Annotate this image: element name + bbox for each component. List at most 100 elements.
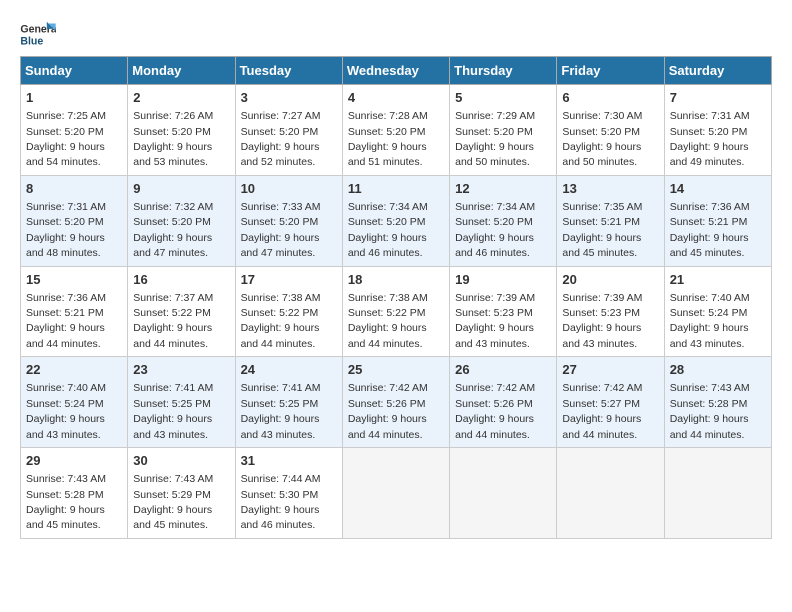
day-number: 9	[133, 180, 229, 198]
day-info: Sunrise: 7:43 AMSunset: 5:29 PMDaylight:…	[133, 473, 213, 531]
calendar-cell: 6 Sunrise: 7:30 AMSunset: 5:20 PMDayligh…	[557, 85, 664, 176]
calendar-cell: 4 Sunrise: 7:28 AMSunset: 5:20 PMDayligh…	[342, 85, 449, 176]
day-info: Sunrise: 7:44 AMSunset: 5:30 PMDaylight:…	[241, 473, 321, 531]
day-number: 20	[562, 271, 658, 289]
calendar-cell: 11 Sunrise: 7:34 AMSunset: 5:20 PMDaylig…	[342, 175, 449, 266]
day-info: Sunrise: 7:41 AMSunset: 5:25 PMDaylight:…	[133, 382, 213, 440]
calendar-cell: 18 Sunrise: 7:38 AMSunset: 5:22 PMDaylig…	[342, 266, 449, 357]
day-number: 25	[348, 361, 444, 379]
day-number: 27	[562, 361, 658, 379]
day-number: 15	[26, 271, 122, 289]
weekday-header: Sunday	[21, 57, 128, 85]
day-info: Sunrise: 7:43 AMSunset: 5:28 PMDaylight:…	[670, 382, 750, 440]
calendar-cell: 1 Sunrise: 7:25 AMSunset: 5:20 PMDayligh…	[21, 85, 128, 176]
calendar-cell: 30 Sunrise: 7:43 AMSunset: 5:29 PMDaylig…	[128, 448, 235, 539]
day-info: Sunrise: 7:33 AMSunset: 5:20 PMDaylight:…	[241, 201, 321, 259]
day-info: Sunrise: 7:39 AMSunset: 5:23 PMDaylight:…	[562, 292, 642, 350]
day-number: 6	[562, 89, 658, 107]
day-number: 17	[241, 271, 337, 289]
day-number: 28	[670, 361, 766, 379]
day-info: Sunrise: 7:26 AMSunset: 5:20 PMDaylight:…	[133, 110, 213, 168]
calendar-cell	[450, 448, 557, 539]
day-info: Sunrise: 7:42 AMSunset: 5:26 PMDaylight:…	[455, 382, 535, 440]
day-info: Sunrise: 7:30 AMSunset: 5:20 PMDaylight:…	[562, 110, 642, 168]
calendar-cell: 13 Sunrise: 7:35 AMSunset: 5:21 PMDaylig…	[557, 175, 664, 266]
day-info: Sunrise: 7:28 AMSunset: 5:20 PMDaylight:…	[348, 110, 428, 168]
day-info: Sunrise: 7:38 AMSunset: 5:22 PMDaylight:…	[241, 292, 321, 350]
calendar-cell: 23 Sunrise: 7:41 AMSunset: 5:25 PMDaylig…	[128, 357, 235, 448]
day-info: Sunrise: 7:31 AMSunset: 5:20 PMDaylight:…	[26, 201, 106, 259]
calendar-cell: 25 Sunrise: 7:42 AMSunset: 5:26 PMDaylig…	[342, 357, 449, 448]
day-info: Sunrise: 7:42 AMSunset: 5:26 PMDaylight:…	[348, 382, 428, 440]
calendar-cell	[557, 448, 664, 539]
logo: General Blue	[20, 20, 58, 50]
day-number: 12	[455, 180, 551, 198]
day-number: 18	[348, 271, 444, 289]
calendar-cell: 2 Sunrise: 7:26 AMSunset: 5:20 PMDayligh…	[128, 85, 235, 176]
day-number: 29	[26, 452, 122, 470]
day-number: 23	[133, 361, 229, 379]
day-number: 11	[348, 180, 444, 198]
day-number: 31	[241, 452, 337, 470]
calendar-cell: 16 Sunrise: 7:37 AMSunset: 5:22 PMDaylig…	[128, 266, 235, 357]
calendar-cell: 29 Sunrise: 7:43 AMSunset: 5:28 PMDaylig…	[21, 448, 128, 539]
calendar-cell: 26 Sunrise: 7:42 AMSunset: 5:26 PMDaylig…	[450, 357, 557, 448]
day-info: Sunrise: 7:31 AMSunset: 5:20 PMDaylight:…	[670, 110, 750, 168]
calendar-cell: 21 Sunrise: 7:40 AMSunset: 5:24 PMDaylig…	[664, 266, 771, 357]
day-info: Sunrise: 7:37 AMSunset: 5:22 PMDaylight:…	[133, 292, 213, 350]
weekday-header: Tuesday	[235, 57, 342, 85]
day-number: 4	[348, 89, 444, 107]
calendar-table: SundayMondayTuesdayWednesdayThursdayFrid…	[20, 56, 772, 539]
day-number: 19	[455, 271, 551, 289]
day-number: 13	[562, 180, 658, 198]
day-number: 3	[241, 89, 337, 107]
day-number: 8	[26, 180, 122, 198]
day-number: 1	[26, 89, 122, 107]
day-info: Sunrise: 7:36 AMSunset: 5:21 PMDaylight:…	[670, 201, 750, 259]
day-info: Sunrise: 7:35 AMSunset: 5:21 PMDaylight:…	[562, 201, 642, 259]
calendar-cell: 24 Sunrise: 7:41 AMSunset: 5:25 PMDaylig…	[235, 357, 342, 448]
calendar-cell: 9 Sunrise: 7:32 AMSunset: 5:20 PMDayligh…	[128, 175, 235, 266]
day-info: Sunrise: 7:29 AMSunset: 5:20 PMDaylight:…	[455, 110, 535, 168]
day-number: 16	[133, 271, 229, 289]
weekday-header: Thursday	[450, 57, 557, 85]
calendar-cell: 14 Sunrise: 7:36 AMSunset: 5:21 PMDaylig…	[664, 175, 771, 266]
day-info: Sunrise: 7:36 AMSunset: 5:21 PMDaylight:…	[26, 292, 106, 350]
day-number: 24	[241, 361, 337, 379]
calendar-cell: 22 Sunrise: 7:40 AMSunset: 5:24 PMDaylig…	[21, 357, 128, 448]
day-info: Sunrise: 7:40 AMSunset: 5:24 PMDaylight:…	[670, 292, 750, 350]
calendar-cell: 17 Sunrise: 7:38 AMSunset: 5:22 PMDaylig…	[235, 266, 342, 357]
svg-text:Blue: Blue	[20, 36, 43, 48]
calendar-cell	[664, 448, 771, 539]
calendar-cell: 20 Sunrise: 7:39 AMSunset: 5:23 PMDaylig…	[557, 266, 664, 357]
day-number: 2	[133, 89, 229, 107]
weekday-header: Friday	[557, 57, 664, 85]
calendar-cell: 31 Sunrise: 7:44 AMSunset: 5:30 PMDaylig…	[235, 448, 342, 539]
day-number: 21	[670, 271, 766, 289]
calendar-cell: 28 Sunrise: 7:43 AMSunset: 5:28 PMDaylig…	[664, 357, 771, 448]
weekday-header: Monday	[128, 57, 235, 85]
day-info: Sunrise: 7:34 AMSunset: 5:20 PMDaylight:…	[455, 201, 535, 259]
day-number: 10	[241, 180, 337, 198]
day-number: 14	[670, 180, 766, 198]
calendar-cell: 10 Sunrise: 7:33 AMSunset: 5:20 PMDaylig…	[235, 175, 342, 266]
weekday-header: Saturday	[664, 57, 771, 85]
calendar-cell: 19 Sunrise: 7:39 AMSunset: 5:23 PMDaylig…	[450, 266, 557, 357]
day-info: Sunrise: 7:42 AMSunset: 5:27 PMDaylight:…	[562, 382, 642, 440]
weekday-header: Wednesday	[342, 57, 449, 85]
calendar-cell: 3 Sunrise: 7:27 AMSunset: 5:20 PMDayligh…	[235, 85, 342, 176]
day-info: Sunrise: 7:43 AMSunset: 5:28 PMDaylight:…	[26, 473, 106, 531]
calendar-cell: 7 Sunrise: 7:31 AMSunset: 5:20 PMDayligh…	[664, 85, 771, 176]
day-info: Sunrise: 7:39 AMSunset: 5:23 PMDaylight:…	[455, 292, 535, 350]
day-number: 5	[455, 89, 551, 107]
calendar-cell: 5 Sunrise: 7:29 AMSunset: 5:20 PMDayligh…	[450, 85, 557, 176]
calendar-cell: 8 Sunrise: 7:31 AMSunset: 5:20 PMDayligh…	[21, 175, 128, 266]
day-number: 7	[670, 89, 766, 107]
day-info: Sunrise: 7:38 AMSunset: 5:22 PMDaylight:…	[348, 292, 428, 350]
day-number: 26	[455, 361, 551, 379]
day-info: Sunrise: 7:32 AMSunset: 5:20 PMDaylight:…	[133, 201, 213, 259]
day-number: 30	[133, 452, 229, 470]
calendar-cell: 27 Sunrise: 7:42 AMSunset: 5:27 PMDaylig…	[557, 357, 664, 448]
calendar-cell: 15 Sunrise: 7:36 AMSunset: 5:21 PMDaylig…	[21, 266, 128, 357]
day-number: 22	[26, 361, 122, 379]
